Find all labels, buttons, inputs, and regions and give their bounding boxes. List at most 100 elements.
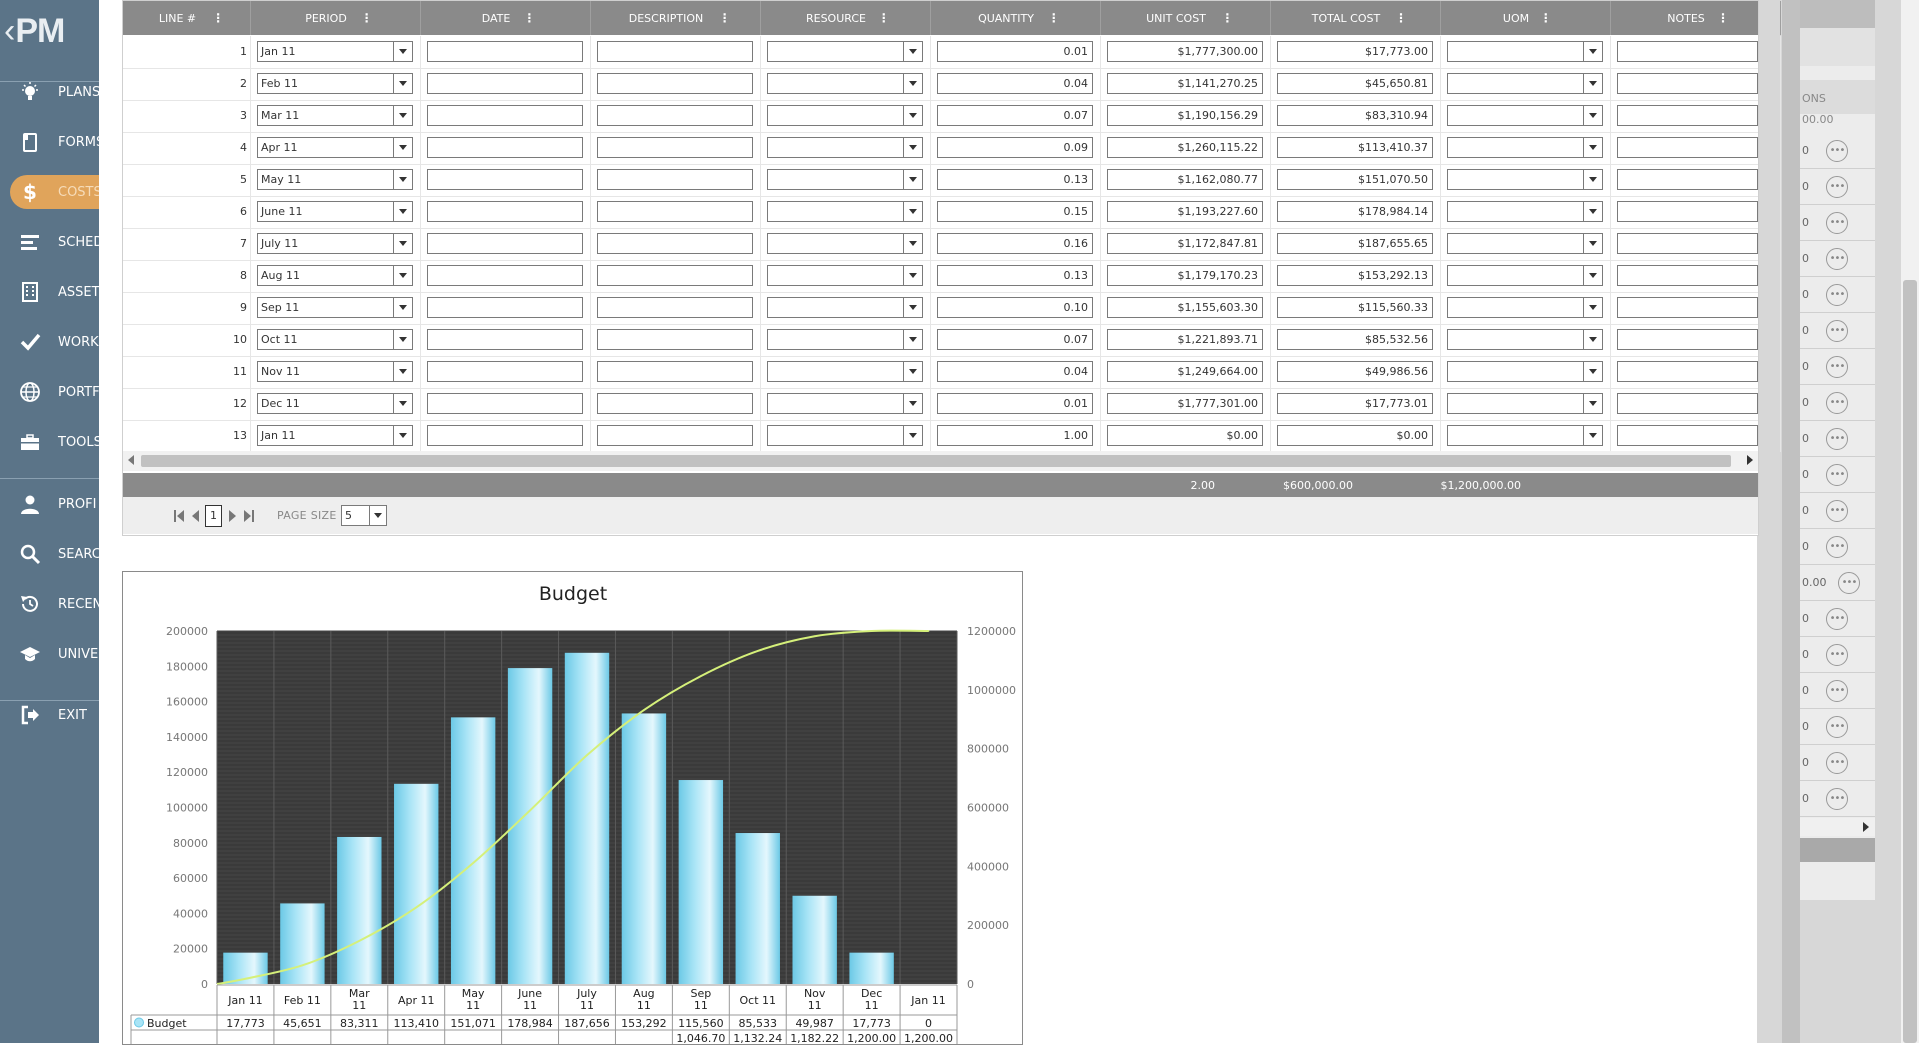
total-cost-input[interactable]: $49,986.56 [1277, 361, 1433, 382]
sidebar-item-portf[interactable]: PORTF [0, 373, 99, 411]
sidebar-item-recen[interactable]: RECEN [0, 585, 99, 623]
resource-select[interactable] [767, 137, 923, 158]
last-page-icon[interactable] [243, 509, 255, 523]
total-cost-input[interactable]: $85,532.56 [1277, 329, 1433, 350]
unit-cost-input[interactable]: $1,249,664.00 [1107, 361, 1263, 382]
app-logo[interactable]: ‹PM [4, 12, 65, 51]
notes-input[interactable] [1617, 105, 1758, 126]
col-line-header[interactable]: LINE # ⋮ [123, 1, 251, 35]
description-input[interactable] [597, 393, 753, 414]
total-cost-input[interactable]: $153,292.13 [1277, 265, 1433, 286]
resource-select[interactable] [767, 265, 923, 286]
notes-input[interactable] [1617, 73, 1758, 94]
description-input[interactable] [597, 201, 753, 222]
more-options-icon[interactable]: ••• [1826, 500, 1848, 522]
description-input[interactable] [597, 105, 753, 126]
more-options-icon[interactable]: ••• [1826, 392, 1848, 414]
period-select[interactable]: Jan 11 [257, 41, 413, 62]
description-input[interactable] [597, 169, 753, 190]
chevron-down-icon[interactable] [1583, 74, 1602, 93]
col-total-cost-header[interactable]: TOTAL COST ⋮ [1270, 1, 1441, 35]
chevron-down-icon[interactable] [1583, 426, 1602, 445]
notes-input[interactable] [1617, 425, 1758, 446]
inner-vertical-scrollbar[interactable] [1782, 0, 1800, 1043]
date-input[interactable] [427, 393, 583, 414]
scrollbar-thumb[interactable] [1903, 280, 1917, 1043]
col-date-header[interactable]: DATE ⋮ [420, 1, 591, 35]
chevron-down-icon[interactable] [903, 266, 922, 285]
description-input[interactable] [597, 425, 753, 446]
column-menu-icon[interactable]: ⋮ [1395, 11, 1407, 25]
uom-select[interactable] [1447, 393, 1603, 414]
col-quantity-header[interactable]: QUANTITY ⋮ [930, 1, 1101, 35]
previous-page-icon[interactable] [189, 509, 201, 523]
chevron-down-icon[interactable] [393, 234, 412, 253]
total-cost-input[interactable]: $17,773.01 [1277, 393, 1433, 414]
date-input[interactable] [427, 265, 583, 286]
scroll-right-arrow-icon[interactable] [1747, 455, 1753, 465]
period-select[interactable]: Jan 11 [257, 425, 413, 446]
col-description-header[interactable]: DESCRIPTION ⋮ [590, 1, 761, 35]
total-cost-input[interactable]: $0.00 [1277, 425, 1433, 446]
unit-cost-input[interactable]: $1,155,603.30 [1107, 297, 1263, 318]
column-menu-icon[interactable]: ⋮ [1717, 11, 1729, 25]
quantity-input[interactable]: 0.07 [937, 105, 1093, 126]
notes-input[interactable] [1617, 233, 1758, 254]
period-select[interactable]: Dec 11 [257, 393, 413, 414]
resource-select[interactable] [767, 329, 923, 350]
resource-select[interactable] [767, 361, 923, 382]
more-options-icon[interactable]: ••• [1826, 140, 1848, 162]
col-unit-cost-header[interactable]: UNIT COST ⋮ [1100, 1, 1271, 35]
sidebar-item-profi[interactable]: PROFI [0, 485, 99, 523]
sidebar-item-forms[interactable]: FORMS [0, 123, 99, 161]
resource-select[interactable] [767, 105, 923, 126]
resource-select[interactable] [767, 297, 923, 318]
first-page-icon[interactable] [173, 509, 185, 523]
grid-horizontal-scrollbar[interactable] [123, 451, 1758, 471]
sidebar-item-tools[interactable]: TOOLS [0, 423, 99, 461]
period-select[interactable]: Feb 11 [257, 73, 413, 94]
column-menu-icon[interactable]: ⋮ [212, 11, 224, 25]
col-resource-header[interactable]: RESOURCE ⋮ [760, 1, 931, 35]
chevron-down-icon[interactable] [1583, 106, 1602, 125]
chevron-down-icon[interactable] [903, 42, 922, 61]
column-menu-icon[interactable]: ⋮ [719, 11, 731, 25]
resource-select[interactable] [767, 41, 923, 62]
quantity-input[interactable]: 0.16 [937, 233, 1093, 254]
description-input[interactable] [597, 41, 753, 62]
page-vertical-scrollbar[interactable] [1901, 0, 1919, 1043]
chevron-down-icon[interactable] [903, 298, 922, 317]
resource-select[interactable] [767, 201, 923, 222]
notes-input[interactable] [1617, 265, 1758, 286]
panel-hscroll[interactable] [1800, 818, 1875, 836]
notes-input[interactable] [1617, 393, 1758, 414]
uom-select[interactable] [1447, 105, 1603, 126]
chevron-down-icon[interactable] [1583, 330, 1602, 349]
notes-input[interactable] [1617, 361, 1758, 382]
resource-select[interactable] [767, 393, 923, 414]
notes-input[interactable] [1617, 41, 1758, 62]
more-options-icon[interactable]: ••• [1826, 284, 1848, 306]
total-cost-input[interactable]: $187,655.65 [1277, 233, 1433, 254]
chevron-down-icon[interactable] [393, 426, 412, 445]
unit-cost-input[interactable]: $1,141,270.25 [1107, 73, 1263, 94]
chevron-down-icon[interactable] [393, 298, 412, 317]
chevron-down-icon[interactable] [903, 74, 922, 93]
more-options-icon[interactable]: ••• [1826, 752, 1848, 774]
more-options-icon[interactable]: ••• [1826, 176, 1848, 198]
more-options-icon[interactable]: ••• [1838, 572, 1860, 594]
date-input[interactable] [427, 73, 583, 94]
period-select[interactable]: Nov 11 [257, 361, 413, 382]
total-cost-input[interactable]: $17,773.00 [1277, 41, 1433, 62]
total-cost-input[interactable]: $151,070.50 [1277, 169, 1433, 190]
chevron-down-icon[interactable] [393, 74, 412, 93]
notes-input[interactable] [1617, 137, 1758, 158]
more-options-icon[interactable]: ••• [1826, 644, 1848, 666]
chevron-down-icon[interactable] [903, 138, 922, 157]
notes-input[interactable] [1617, 329, 1758, 350]
chevron-down-icon[interactable] [903, 330, 922, 349]
column-menu-icon[interactable]: ⋮ [1221, 11, 1233, 25]
description-input[interactable] [597, 297, 753, 318]
date-input[interactable] [427, 137, 583, 158]
quantity-input[interactable]: 0.10 [937, 297, 1093, 318]
